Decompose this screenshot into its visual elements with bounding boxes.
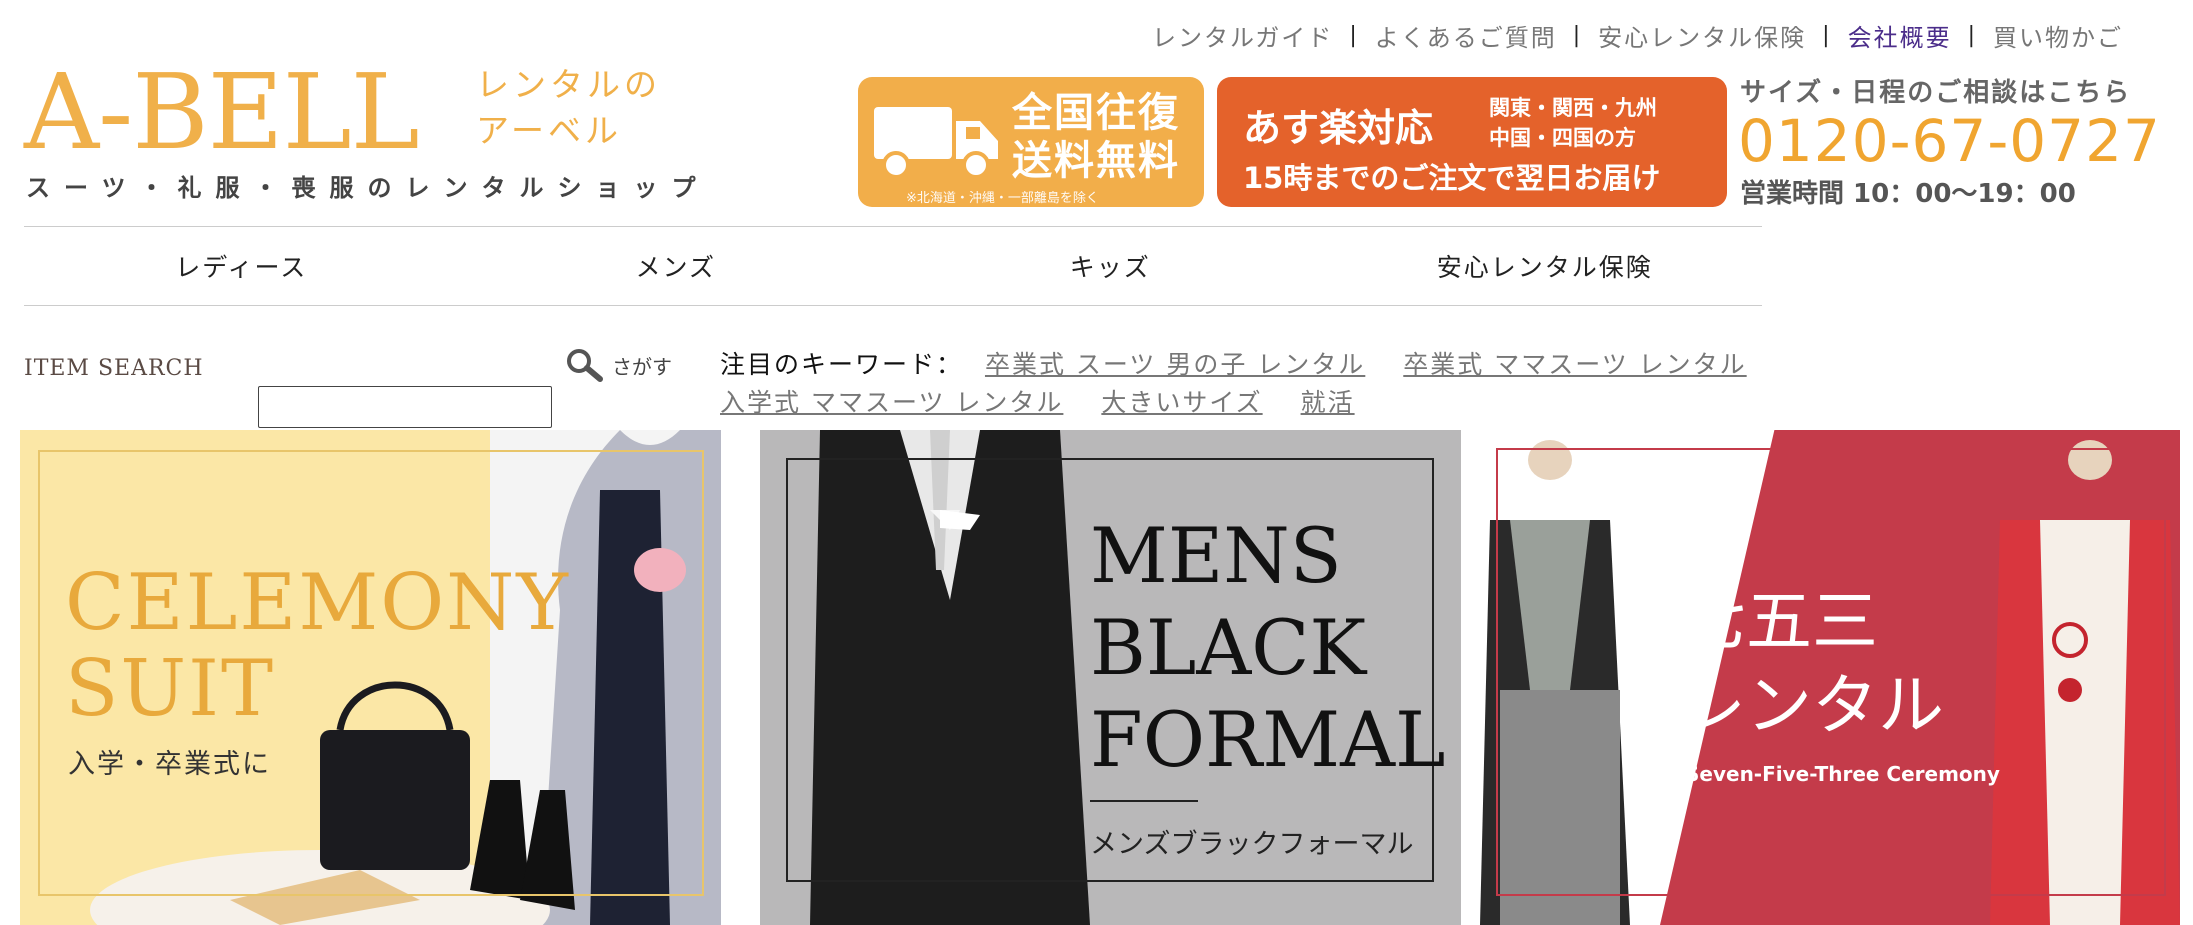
nav-item-insurance[interactable]: 安心レンタル保険	[1328, 227, 1763, 305]
free-shipping-text: 全国往復 送料無料	[1012, 89, 1180, 185]
free-shipping-banner[interactable]: 全国往復 送料無料 ※北海道・沖縄・一部離島を除く	[858, 77, 1204, 207]
featured-keywords: 注目のキーワード： 卒業式 スーツ 男の子 レンタル 卒業式 ママスーツ レンタ…	[720, 346, 1820, 422]
util-link-company[interactable]: 会社概要	[1848, 18, 1952, 53]
nav-item-mens[interactable]: メンズ	[459, 227, 894, 305]
util-separator: |	[1967, 23, 1977, 48]
contact-block: サイズ・日程のご相談はこちら 0120-67-0727 営業時間 10：00〜1…	[1738, 72, 2161, 210]
keyword-link[interactable]: 大きいサイズ	[1101, 388, 1262, 417]
util-link-faq[interactable]: よくあるご質問	[1375, 18, 1557, 53]
ceremony-title-line2: SUIT	[65, 644, 276, 734]
mens-title-line2: BLACK	[1090, 603, 1367, 692]
next-day-detail: 15時までのご注文で翌日お届け	[1243, 161, 1661, 195]
free-shipping-note: ※北海道・沖縄・一部離島を除く	[906, 191, 1099, 206]
keyword-link[interactable]: 卒業式 ママスーツ レンタル	[1403, 350, 1746, 379]
util-link-rental-guide[interactable]: レンタルガイド	[1152, 18, 1333, 53]
free-shipping-line2: 送料無料	[1012, 138, 1180, 184]
free-shipping-line1: 全国往復	[1012, 90, 1180, 136]
divider	[1090, 800, 1198, 802]
keyword-link[interactable]: 就活	[1301, 388, 1355, 417]
logo-subtitle-line1: レンタルの	[476, 65, 661, 104]
mens-title-line1: MENS	[1090, 511, 1342, 600]
ceremony-suit-title: CELEMONY SUIT	[65, 560, 570, 732]
search-input[interactable]	[258, 386, 552, 428]
mens-black-formal-banner[interactable]: MENS BLACK FORMAL メンズブラックフォーマル	[760, 430, 1461, 925]
keyword-link[interactable]: 入学式 ママスーツ レンタル	[720, 388, 1063, 417]
mens-banner-title: MENS BLACK FORMAL	[1090, 510, 1445, 786]
magnifier-icon	[567, 349, 603, 382]
truck-icon	[874, 107, 998, 179]
util-separator: |	[1572, 23, 1583, 48]
next-day-regions-line1: 関東・関西・九州	[1489, 96, 1657, 120]
shichigosan-banner[interactable]: 七五三 レンタル Seven-Five-Three Ceremony	[1480, 430, 2180, 925]
next-day-regions-line2: 中国・四国の方	[1489, 126, 1636, 150]
keyword-link[interactable]: 卒業式 スーツ 男の子 レンタル	[985, 350, 1365, 379]
shichigosan-subtitle: Seven-Five-Three Ceremony	[1685, 762, 2000, 786]
main-nav: レディース メンズ キッズ 安心レンタル保険	[24, 226, 1762, 306]
shichigosan-title: 七五三 レンタル	[1680, 580, 1944, 748]
next-day-title: あす楽対応	[1243, 106, 1434, 150]
ceremony-suit-banner[interactable]: CELEMONY SUIT 入学・卒業式に	[20, 430, 721, 925]
logo-wordmark: A-BELL	[24, 51, 420, 173]
nav-item-kids[interactable]: キッズ	[893, 227, 1328, 305]
search-button[interactable]: さがす	[566, 348, 672, 382]
logo-subtitle: レンタルの アーベル	[476, 62, 661, 154]
next-day-regions: 関東・関西・九州 中国・四国の方	[1489, 93, 1657, 153]
util-separator: |	[1822, 23, 1832, 48]
util-link-insurance[interactable]: 安心レンタル保険	[1598, 18, 1806, 53]
util-link-cart[interactable]: 買い物かご	[1993, 18, 2123, 53]
logo-subtitle-line2: アーベル	[476, 111, 623, 150]
mens-banner-subtitle: メンズブラックフォーマル	[1090, 829, 1414, 860]
search-button-label: さがす	[612, 354, 672, 379]
item-search-label: ITEM SEARCH	[24, 356, 204, 381]
shichigosan-title-line2: レンタル	[1680, 667, 1944, 744]
contact-hours: 営業時間 10：00〜19：00	[1740, 179, 2076, 209]
ceremony-title-line1: CELEMONY	[65, 558, 570, 648]
mens-title-line3: FORMAL	[1090, 695, 1446, 784]
contact-phone[interactable]: 0120-67-0727	[1738, 109, 2161, 173]
nav-item-ladies[interactable]: レディース	[24, 227, 459, 305]
ceremony-suit-subtitle: 入学・卒業式に	[68, 749, 271, 780]
util-separator: |	[1349, 23, 1359, 48]
next-day-delivery-banner[interactable]: あす楽対応 関東・関西・九州 中国・四国の方 15時までのご注文で翌日お届け	[1217, 77, 1727, 207]
utility-links: レンタルガイド | よくあるご質問 | 安心レンタル保険 | 会社概要 | 買い…	[1152, 18, 2123, 53]
logo-tagline: スーツ・礼服・喪服のレンタルショップ	[26, 174, 710, 202]
contact-heading: サイズ・日程のご相談はこちら	[1740, 78, 2132, 108]
shichigosan-title-line1: 七五三	[1680, 583, 1878, 660]
keywords-label: 注目のキーワード：	[720, 350, 964, 379]
